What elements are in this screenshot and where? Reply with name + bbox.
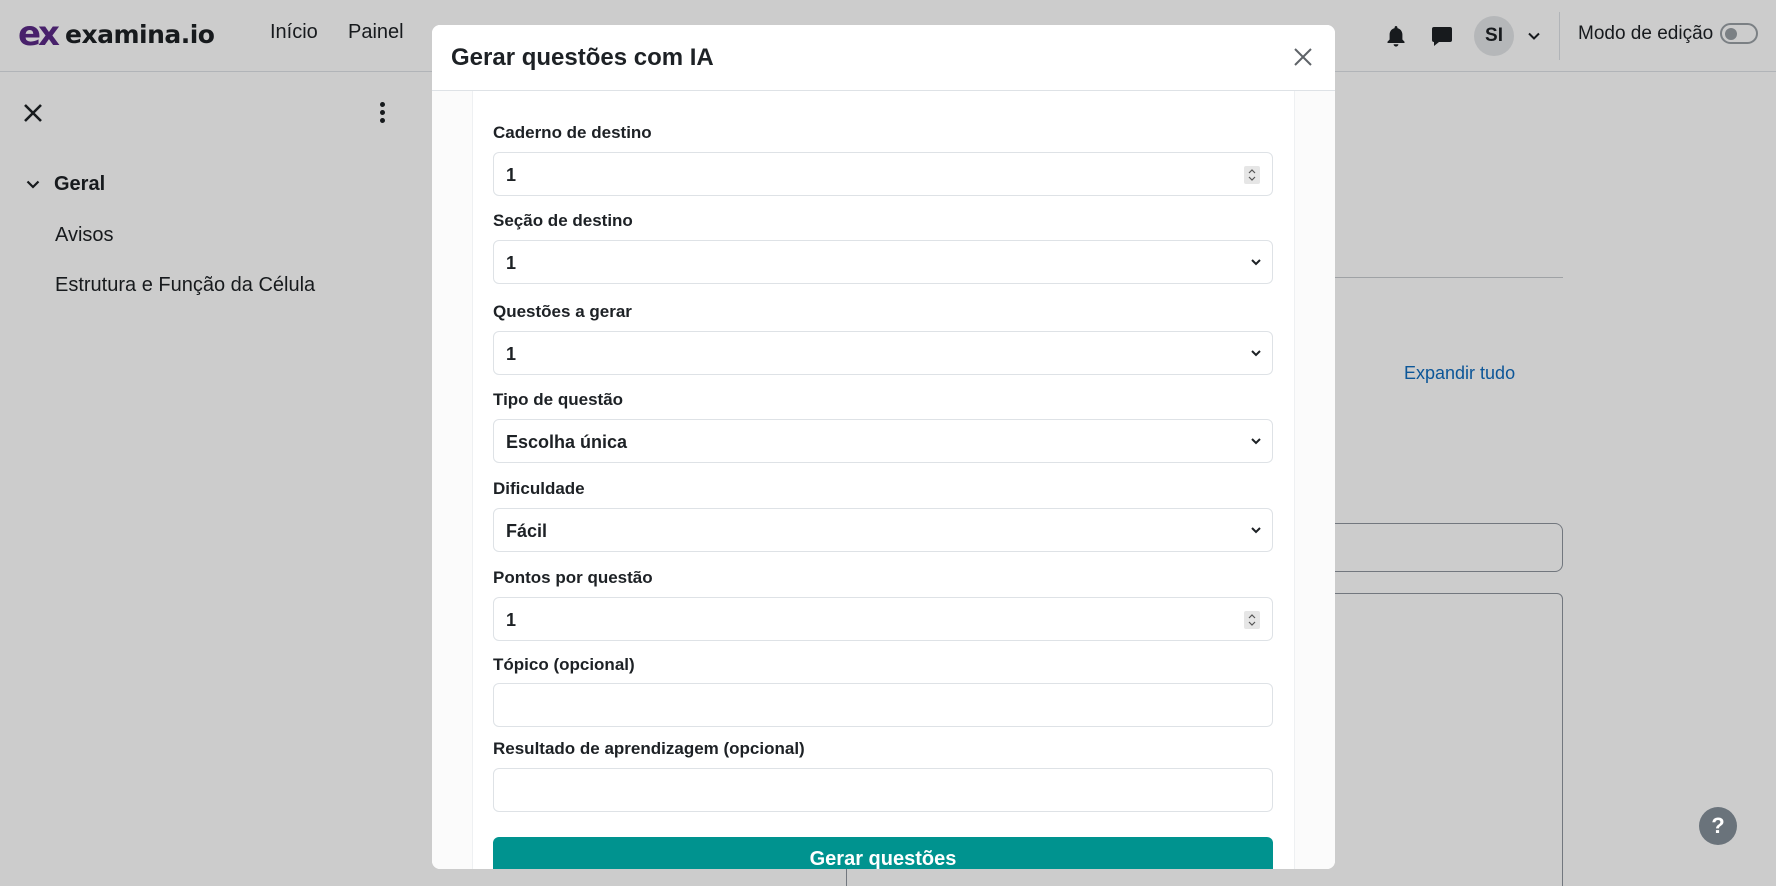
- count-select[interactable]: 1: [493, 331, 1273, 375]
- outcome-input[interactable]: [493, 768, 1273, 812]
- close-icon: [1294, 48, 1312, 66]
- count-value: 1: [506, 344, 517, 364]
- modal-body[interactable]: Caderno de destino 1 Seção de destino 1 …: [432, 91, 1335, 869]
- spinner-arrows-icon[interactable]: [1244, 166, 1260, 184]
- points-label: Pontos por questão: [493, 568, 653, 587]
- outcome-label: Resultado de aprendizagem (opcional): [493, 739, 805, 758]
- type-label: Tipo de questão: [493, 390, 624, 409]
- notebook-label: Caderno de destino: [493, 123, 652, 142]
- generate-questions-button[interactable]: Gerar questões: [493, 837, 1273, 869]
- difficulty-label: Dificuldade: [493, 479, 585, 498]
- type-value: Escolha única: [506, 432, 628, 452]
- points-number-input[interactable]: 1: [493, 597, 1273, 641]
- section-label: Seção de destino: [493, 211, 633, 230]
- difficulty-value: Fácil: [506, 521, 548, 541]
- help-button[interactable]: ?: [1699, 807, 1737, 845]
- chevron-down-icon: [1251, 259, 1261, 266]
- notebook-value: 1: [506, 165, 517, 185]
- chevron-down-icon: [1251, 350, 1261, 357]
- modal-title: Gerar questões com IA: [451, 44, 714, 71]
- modal-close-button[interactable]: [1292, 46, 1316, 70]
- spinner-arrows-icon[interactable]: [1244, 611, 1260, 629]
- topic-input[interactable]: [493, 683, 1273, 727]
- section-select[interactable]: 1: [493, 240, 1273, 284]
- count-label: Questões a gerar: [493, 302, 632, 321]
- points-value: 1: [506, 610, 517, 630]
- type-select[interactable]: Escolha única: [493, 419, 1273, 463]
- chevron-down-icon: [1251, 438, 1261, 445]
- topic-label: Tópico (opcional): [493, 655, 635, 674]
- modal-header: Gerar questões com IA: [432, 25, 1335, 91]
- chevron-down-icon: [1251, 527, 1261, 534]
- section-value: 1: [506, 253, 517, 273]
- generate-questions-modal: Gerar questões com IA Caderno de destino…: [432, 25, 1335, 869]
- notebook-number-input[interactable]: 1: [493, 152, 1273, 196]
- difficulty-select[interactable]: Fácil: [493, 508, 1273, 552]
